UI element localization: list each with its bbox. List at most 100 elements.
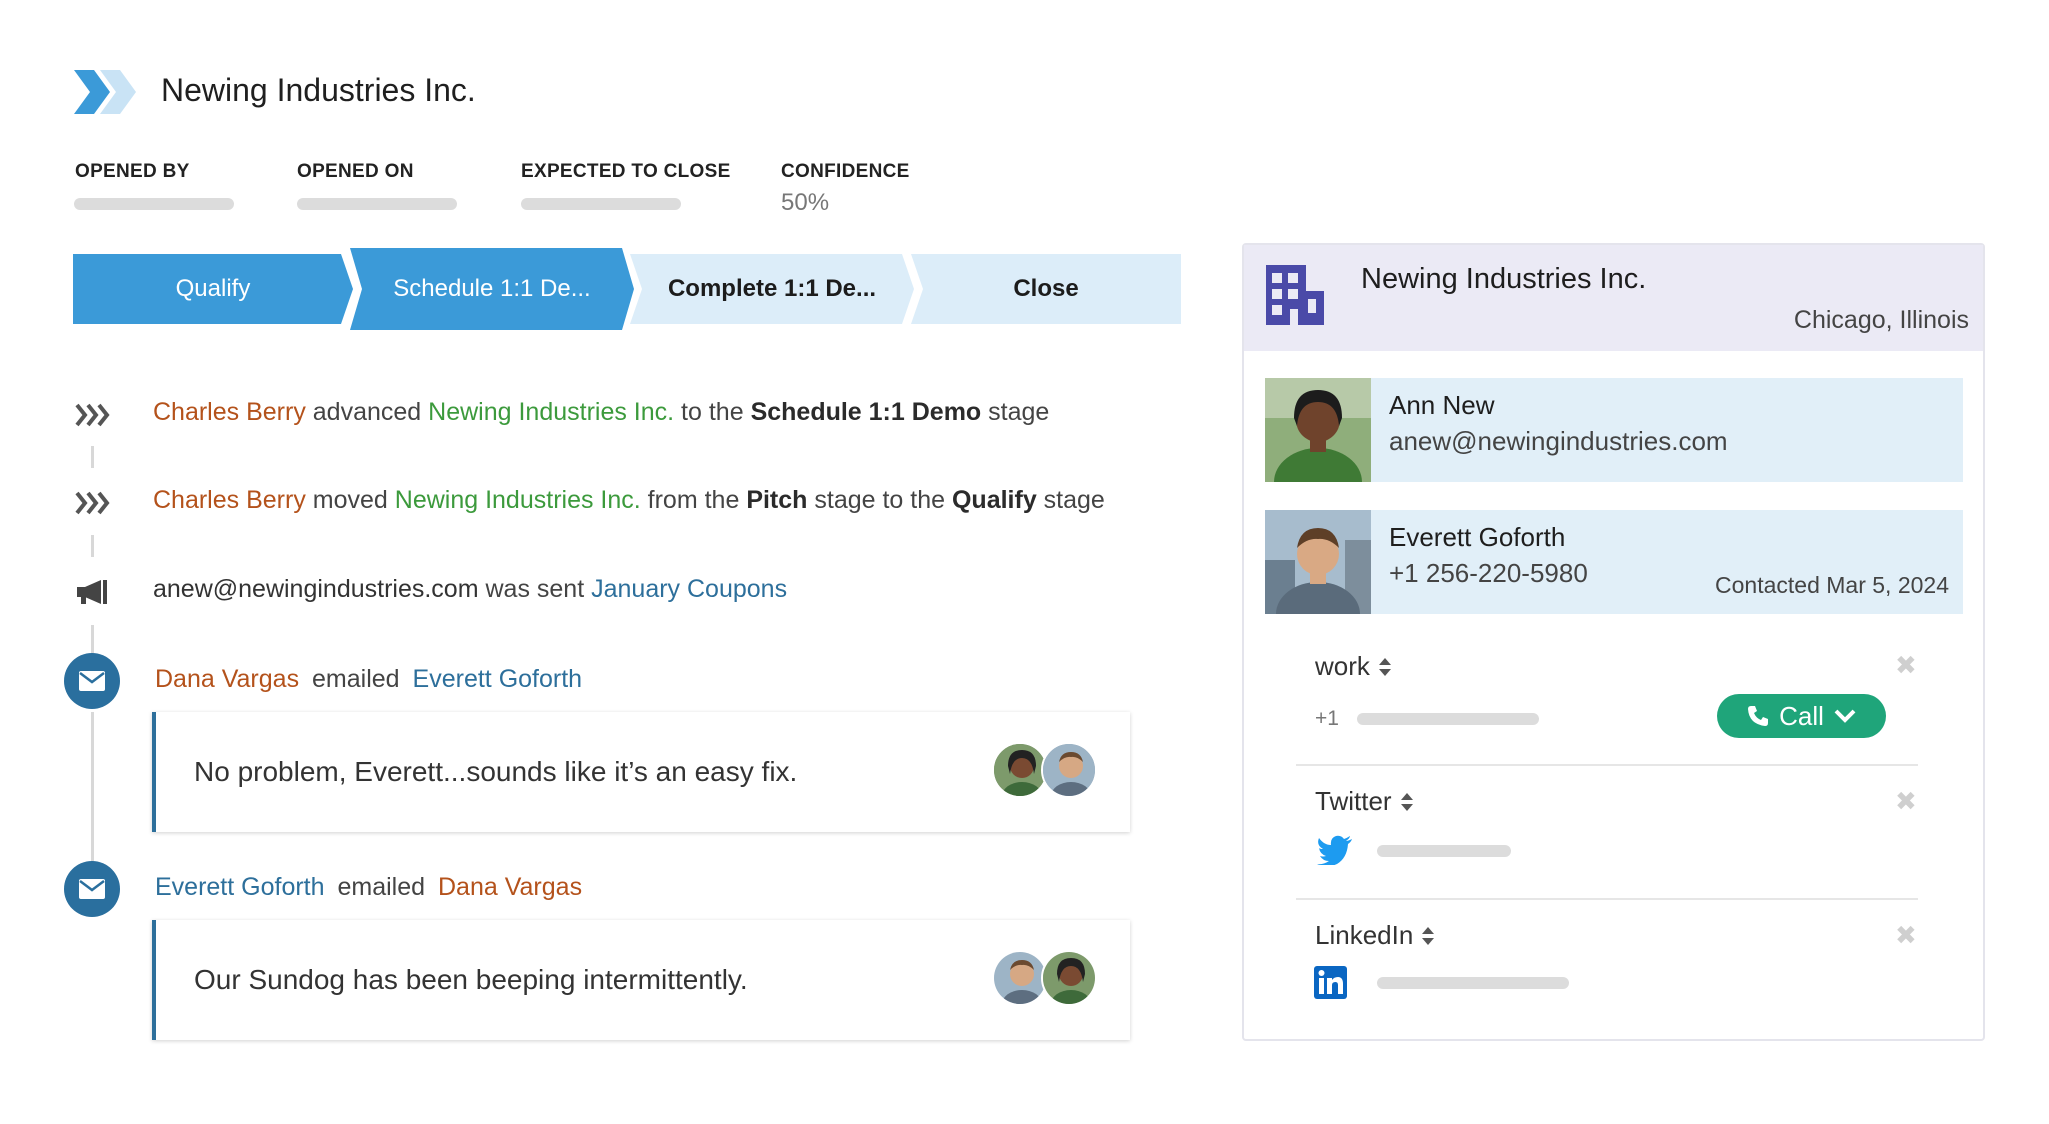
stage-advance-icon — [75, 488, 111, 518]
field-divider — [1296, 898, 1918, 900]
opened-by-value-placeholder — [74, 198, 234, 210]
linkedin-label[interactable]: LinkedIn — [1315, 920, 1435, 951]
opened-by-label: OPENED BY — [75, 161, 190, 183]
sender-link[interactable]: Everett Goforth — [155, 873, 325, 901]
timeline-event-campaign-sent: anew@newingindustries.com was sent Janua… — [153, 575, 787, 604]
sender-link[interactable]: Dana Vargas — [155, 665, 299, 693]
call-label: Call — [1779, 701, 1824, 732]
last-contacted: Contacted Mar 5, 2024 — [1715, 572, 1949, 599]
expected-close-value-placeholder — [521, 198, 681, 210]
logo-chevron-icon — [74, 70, 138, 114]
stage-close[interactable]: Close — [911, 254, 1181, 324]
phone-number-placeholder[interactable] — [1357, 713, 1539, 725]
email-event-marker — [64, 653, 120, 709]
chevron-down-icon — [1834, 709, 1856, 723]
twitter-handle-placeholder[interactable] — [1377, 845, 1511, 857]
company-name: Newing Industries Inc. — [1361, 263, 1646, 296]
email-preview-card[interactable]: Our Sundog has been beeping intermittent… — [152, 920, 1130, 1040]
contact-name: Ann New — [1389, 390, 1495, 421]
expected-close-label: EXPECTED TO CLOSE — [521, 161, 731, 183]
company-link[interactable]: Newing Industries Inc. — [428, 398, 674, 426]
opened-on-value-placeholder — [297, 198, 457, 210]
actor-link[interactable]: Charles Berry — [153, 398, 306, 426]
recipient-link[interactable]: Everett Goforth — [413, 665, 583, 693]
event-text: moved — [306, 486, 395, 514]
event-text: stage to the — [807, 486, 952, 514]
stage-label: Qualify — [176, 275, 251, 303]
avatar-dana — [1041, 950, 1097, 1006]
timeline-event-stage-moved: Charles Berry moved Newing Industries In… — [153, 486, 1105, 515]
field-label-text: Twitter — [1315, 786, 1392, 817]
close-icon[interactable]: ✖ — [1895, 650, 1917, 681]
recipient-email: anew@newingindustries.com — [153, 575, 479, 603]
timeline-connector — [91, 535, 94, 557]
email-event-marker — [64, 861, 120, 917]
timeline-connector — [91, 625, 94, 655]
email-preview-card[interactable]: No problem, Everett...sounds like it’s a… — [152, 712, 1130, 832]
email-body-snippet: Our Sundog has been beeping intermittent… — [194, 964, 748, 996]
confidence-value: 50% — [781, 189, 829, 217]
recipient-link[interactable]: Dana Vargas — [438, 873, 582, 901]
contact-photo — [1265, 378, 1371, 482]
contact-name: Everett Goforth — [1389, 522, 1565, 553]
timeline-event-email: Everett Goforth emailed Dana Vargas — [155, 873, 582, 902]
megaphone-icon — [75, 577, 111, 607]
campaign-link[interactable]: January Coupons — [591, 575, 787, 603]
stage-qualify[interactable]: Qualify — [73, 254, 353, 324]
contact-card-ann[interactable]: Ann New anew@newingindustries.com — [1265, 378, 1963, 482]
twitter-icon — [1317, 835, 1353, 865]
timeline-event-email: Dana Vargas emailed Everett Goforth — [155, 665, 582, 694]
opened-on-label: OPENED ON — [297, 161, 414, 183]
building-icon — [1264, 265, 1326, 327]
work-phone-label[interactable]: work — [1315, 651, 1392, 682]
avatar-dana — [992, 742, 1048, 798]
timeline-connector — [91, 446, 94, 468]
stage-complete-demo[interactable]: Complete 1:1 De... — [630, 254, 914, 324]
stage-name: Schedule 1:1 Demo — [751, 398, 982, 426]
envelope-icon — [79, 671, 105, 691]
linkedin-icon — [1314, 966, 1347, 999]
confidence-label: CONFIDENCE — [781, 161, 910, 183]
event-text: emailed — [312, 665, 400, 693]
actor-link[interactable]: Charles Berry — [153, 486, 306, 514]
event-text: stage — [1037, 486, 1105, 514]
email-body-snippet: No problem, Everett...sounds like it’s a… — [194, 756, 797, 788]
company-location: Chicago, Illinois — [1794, 306, 1969, 335]
contact-email[interactable]: anew@newingindustries.com — [1389, 426, 1728, 457]
company-link[interactable]: Newing Industries Inc. — [395, 486, 641, 514]
stage-label: Complete 1:1 De... — [668, 275, 876, 303]
avatar-everett — [1041, 742, 1097, 798]
timeline-event-stage-advanced: Charles Berry advanced Newing Industries… — [153, 398, 1049, 427]
company-panel-header: Newing Industries Inc. Chicago, Illinois — [1244, 245, 1983, 351]
event-text: from the — [641, 486, 747, 514]
event-text: advanced — [306, 398, 428, 426]
event-text: was sent — [479, 575, 592, 603]
timeline-connector — [91, 712, 94, 862]
contact-photo — [1265, 510, 1371, 614]
phone-icon — [1747, 705, 1769, 727]
stage-advance-icon — [75, 400, 111, 430]
page-title: Newing Industries Inc. — [161, 72, 476, 109]
twitter-label[interactable]: Twitter — [1315, 786, 1414, 817]
event-text: stage — [981, 398, 1049, 426]
field-divider — [1296, 764, 1918, 766]
event-text: to the — [674, 398, 750, 426]
field-label-text: work — [1315, 651, 1370, 682]
linkedin-url-placeholder[interactable] — [1377, 977, 1569, 989]
stage-name: Qualify — [952, 486, 1037, 514]
call-button[interactable]: Call — [1717, 694, 1886, 738]
sort-icon[interactable] — [1378, 657, 1392, 677]
close-icon[interactable]: ✖ — [1895, 786, 1917, 817]
event-text: emailed — [337, 873, 425, 901]
envelope-icon — [79, 879, 105, 899]
contact-phone[interactable]: +1 256-220-5980 — [1389, 558, 1588, 589]
phone-country-code: +1 — [1315, 707, 1339, 731]
stage-schedule-demo[interactable]: Schedule 1:1 De... — [350, 248, 634, 330]
sort-icon[interactable] — [1421, 926, 1435, 946]
sort-icon[interactable] — [1400, 792, 1414, 812]
close-icon[interactable]: ✖ — [1895, 920, 1917, 951]
stage-label: Close — [1013, 275, 1078, 303]
stage-progress-bar: Qualify Schedule 1:1 De... Complete 1:1 … — [73, 248, 1181, 324]
contact-card-everett[interactable]: Everett Goforth +1 256-220-5980 Contacte… — [1265, 510, 1963, 614]
field-label-text: LinkedIn — [1315, 920, 1413, 951]
